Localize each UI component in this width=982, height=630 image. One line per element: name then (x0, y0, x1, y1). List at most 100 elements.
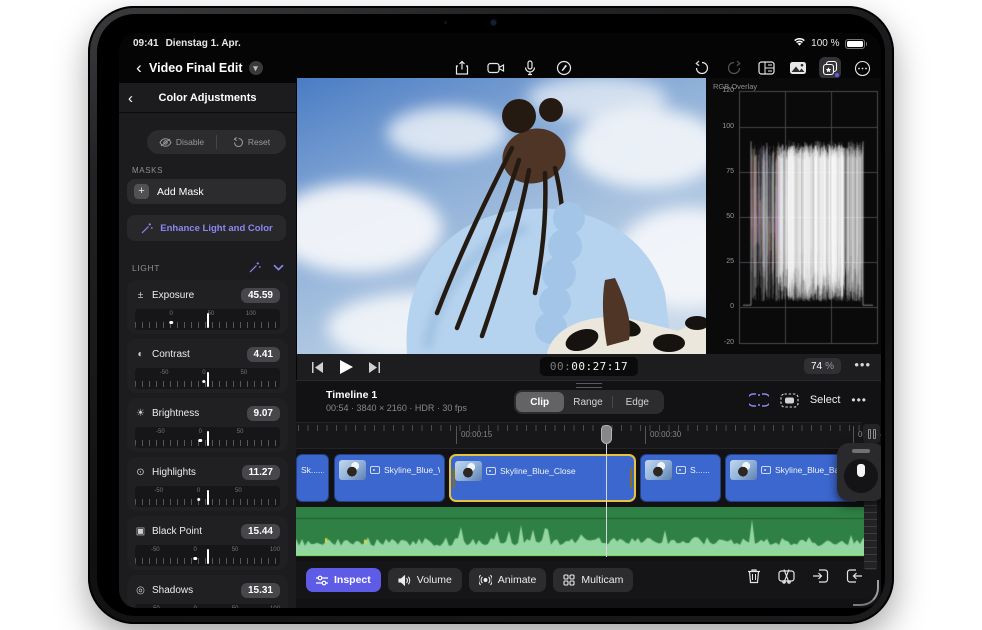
pencil-icon[interactable] (553, 57, 575, 79)
viewer-more-icon[interactable]: ••• (854, 357, 871, 372)
adjustment-value[interactable]: 11.27 (241, 464, 280, 480)
play-button[interactable] (337, 357, 355, 377)
browser-panel-icon[interactable] (755, 57, 777, 79)
status-date: Dienstag 1. Apr. (165, 38, 241, 49)
exposure-icon: ± (137, 289, 144, 301)
title-chevron-down-icon[interactable]: ▾ (248, 61, 263, 75)
audio-waveform-clip[interactable] (296, 507, 870, 557)
snapping-icon[interactable] (748, 392, 769, 408)
viewer-zoom-control[interactable]: 74% (803, 358, 841, 374)
clip-appearance-button-1[interactable] (863, 424, 880, 443)
adjustment-label: Highlights (152, 466, 196, 478)
volume-button[interactable]: Volume (387, 568, 462, 592)
scope-tick-label: -20 (723, 339, 734, 346)
ruler-value-indicator (206, 313, 209, 328)
timeline-clip-skyline-blue-wide[interactable]: Skyline_Blue_Wide (334, 454, 445, 502)
ruler-origin-dot (198, 438, 203, 442)
adjustment-exposure: ± Exposure 45.59 0 50 100 (127, 280, 288, 334)
skip-back-icon[interactable] (309, 357, 327, 377)
rgb-overlay-scope: RGB Overlay 120 100 75 50 25 0 -20 (706, 78, 881, 354)
plus-icon: + (134, 184, 149, 199)
adjustment-value[interactable]: 15.31 (240, 582, 280, 598)
effects-icon[interactable] (819, 57, 841, 79)
more-icon[interactable] (851, 57, 873, 79)
adjustment-value[interactable]: 9.07 (246, 405, 280, 421)
adjustment-value[interactable]: 15.44 (240, 523, 280, 539)
multicam-button[interactable]: Multicam (553, 568, 634, 592)
timeline-clip-sk-[interactable]: Sk...... (296, 454, 329, 502)
ruler-value-indicator (206, 490, 209, 505)
export-icon[interactable] (451, 57, 473, 79)
light-section-header: LIGHT (132, 261, 284, 274)
timeline-clip-s-[interactable]: S...... (640, 454, 721, 502)
undo-icon[interactable] (691, 57, 713, 79)
color-adjustments-panel: ‹ Color Adjustments Disable Reset MASKS … (119, 83, 296, 608)
camera-icon[interactable] (485, 57, 507, 79)
ruler-tick-label: -50 (151, 606, 160, 608)
jog-wheel[interactable] (837, 443, 881, 501)
adjustment-value[interactable]: 4.41 (246, 346, 280, 362)
panel-back-button[interactable]: ‹ (128, 88, 144, 108)
clip-thumbnail (730, 460, 757, 480)
delete-icon[interactable] (747, 568, 761, 584)
light-label: LIGHT (132, 262, 161, 273)
shadows-icon: ◎ (136, 584, 145, 596)
skip-forward-icon[interactable] (365, 357, 383, 377)
ruler-value-indicator (206, 431, 209, 446)
adjustment-ruler[interactable]: 0 50 100 (135, 309, 280, 330)
mode-clip-button[interactable]: Clip (515, 392, 564, 412)
battery-percent: 100 % (811, 38, 840, 49)
reset-button[interactable]: Reset (217, 130, 286, 154)
animate-button[interactable]: Animate (468, 568, 547, 592)
disable-button[interactable]: Disable (147, 130, 216, 154)
clip-name: Skyline_Blue_Close (500, 466, 576, 476)
select-tool-icon[interactable] (780, 392, 799, 408)
back-button[interactable]: ‹ (129, 57, 149, 79)
timeline-more-icon[interactable]: ••• (851, 393, 867, 407)
media-icon[interactable] (787, 57, 809, 79)
mode-range-button[interactable]: Range (564, 392, 612, 412)
adjustment-ruler[interactable]: -50 0 50 (135, 368, 280, 389)
ruler-tick-label: 50 (207, 311, 215, 317)
enhance-label: Enhance Light and Color (160, 222, 273, 234)
ruler-tick-label: 0 (202, 370, 206, 376)
timeline-ruler[interactable]: 00:00:1500:00:3000:00:45 (296, 422, 881, 449)
adjustment-contrast: ◐ Contrast 4.41 -50 0 50 (127, 339, 288, 393)
clip-name: Sk...... (301, 465, 324, 475)
project-title[interactable]: Video Final Edit ▾ (149, 61, 263, 75)
timeline-clip-skyline-blue-close[interactable]: Skyline_Blue_Close (449, 454, 636, 502)
jog-dial[interactable] (844, 459, 878, 493)
adjustment-ruler[interactable]: -50 0 50 100 (135, 545, 280, 566)
enhance-light-color-button[interactable]: Enhance Light and Color (127, 215, 286, 241)
highlights-icon: ⊙ (136, 466, 145, 478)
ruler-ticks (298, 425, 862, 431)
blade-icon[interactable] (778, 568, 795, 584)
insert-icon[interactable] (812, 568, 829, 584)
adjustment-ruler[interactable]: -50 0 50 (135, 486, 280, 507)
ruler-tick-label: 0 (193, 547, 197, 553)
stage: 09:41 Dienstag 1. Apr. 100 % ‹ Video Fin… (0, 0, 982, 630)
microphone-icon[interactable] (519, 57, 541, 79)
volume-label: Volume (416, 574, 452, 586)
adjustment-value[interactable]: 45.59 (240, 287, 280, 303)
timeline-toolbar: Inspect Volume Animate Multicam (296, 561, 881, 599)
animate-label: Animate (497, 574, 537, 586)
light-collapse-chevron-icon[interactable] (273, 264, 284, 271)
mode-edge-button[interactable]: Edge (613, 392, 661, 412)
video-viewer[interactable] (297, 78, 706, 354)
adjustment-ruler[interactable]: -50 0 50 100 (135, 604, 280, 608)
playhead-handle[interactable] (601, 425, 612, 444)
brightness-icon: ☀ (136, 407, 145, 419)
adjustment-ruler[interactable]: -50 0 50 (135, 427, 280, 448)
ruler-origin-dot (193, 556, 197, 560)
timecode-display[interactable]: 00:00:27:17 (539, 357, 639, 376)
adjustment-label: Exposure (152, 289, 195, 301)
jog-drag-handle[interactable] (852, 449, 870, 453)
inspect-button[interactable]: Inspect (306, 568, 381, 592)
add-mask-button[interactable]: + Add Mask (127, 179, 286, 204)
playhead[interactable] (601, 425, 612, 557)
transport-bar: 00:00:27:17 74% ••• (297, 354, 881, 381)
light-wand-icon[interactable] (248, 261, 261, 274)
effects-badge-dot (835, 73, 839, 77)
clip-media-icon (676, 466, 686, 474)
